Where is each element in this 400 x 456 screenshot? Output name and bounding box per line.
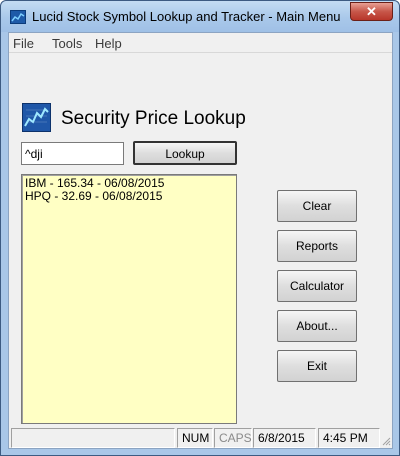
clear-button[interactable]: Clear (277, 190, 357, 222)
window-title: Lucid Stock Symbol Lookup and Tracker - … (32, 9, 341, 24)
lookup-button[interactable]: Lookup (133, 141, 237, 165)
page-title: Security Price Lookup (61, 108, 246, 129)
stock-chart-app-icon (10, 10, 26, 24)
menu-bar: File Tools Help (9, 33, 392, 53)
status-date: 6/8/2015 (253, 428, 316, 448)
caps-lock-indicator: CAPS (214, 428, 252, 448)
lookup-button-label: Lookup (165, 147, 205, 161)
calculator-button[interactable]: Calculator (277, 270, 357, 302)
status-message-panel (11, 428, 175, 448)
main-window: Lucid Stock Symbol Lookup and Tracker - … (0, 0, 400, 456)
close-window-button[interactable]: ✕ (350, 2, 393, 21)
resize-grip-icon[interactable] (381, 436, 391, 446)
status-bar: NUM CAPS 6/8/2015 4:45 PM (9, 428, 392, 448)
stock-chart-logo-icon (22, 103, 51, 132)
menu-file[interactable]: File (13, 36, 34, 51)
exit-button[interactable]: Exit (277, 350, 357, 382)
title-bar[interactable]: Lucid Stock Symbol Lookup and Tracker - … (1, 1, 399, 32)
menu-tools[interactable]: Tools (52, 36, 82, 51)
status-time: 4:45 PM (318, 428, 380, 448)
close-icon: ✕ (366, 4, 377, 19)
num-lock-indicator: NUM (177, 428, 213, 448)
list-item[interactable]: HPQ - 32.69 - 06/08/2015 (25, 190, 233, 203)
client-area: File Tools Help Security Price Lookup Lo… (8, 32, 393, 449)
menu-help[interactable]: Help (95, 36, 122, 51)
symbol-input[interactable] (21, 142, 124, 165)
results-list[interactable]: IBM - 165.34 - 06/08/2015 HPQ - 32.69 - … (21, 174, 237, 424)
reports-button[interactable]: Reports (277, 230, 357, 262)
about-button[interactable]: About... (277, 310, 357, 342)
